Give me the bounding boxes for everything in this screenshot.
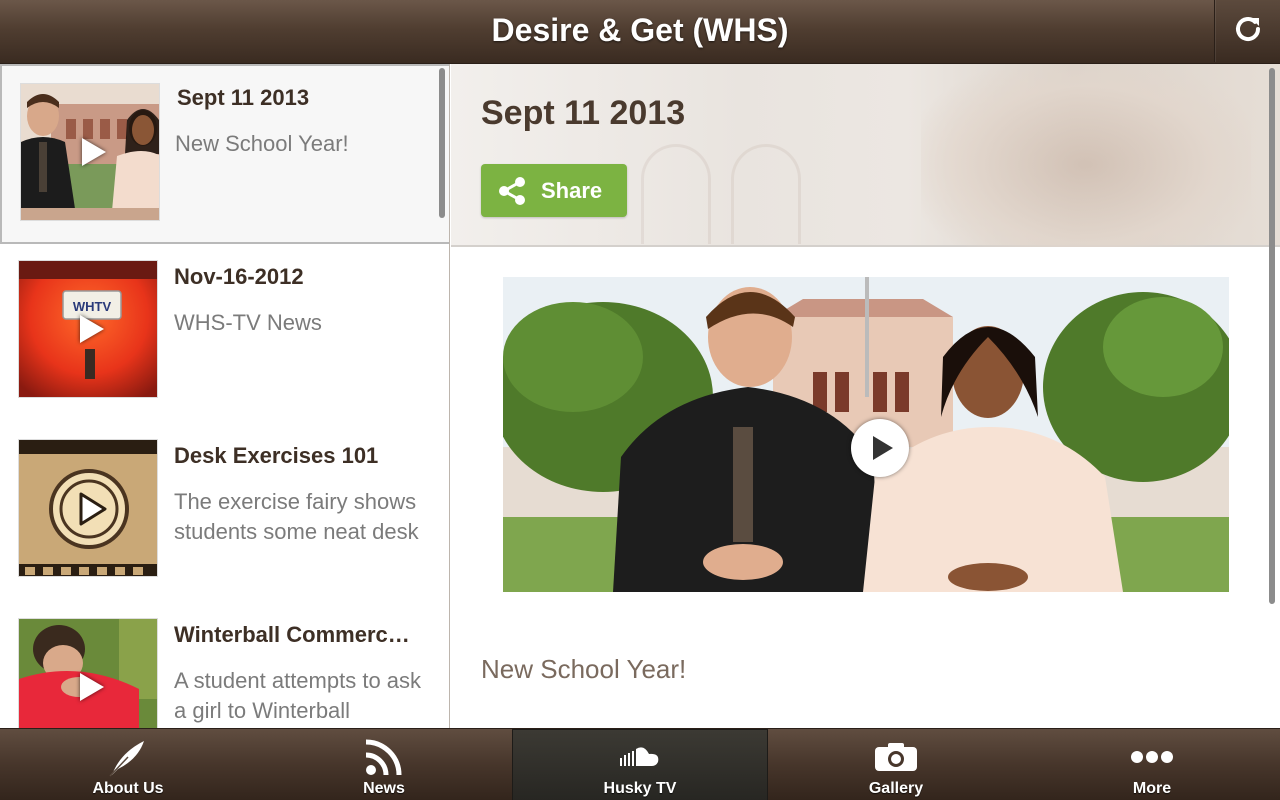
list-item-title: Sept 11 2013	[177, 85, 310, 110]
share-button[interactable]: Share	[481, 164, 627, 217]
tab-label: Gallery	[868, 780, 924, 797]
play-icon	[82, 138, 106, 166]
tab-gallery[interactable]: Gallery	[768, 729, 1024, 800]
app-header: Desire & Get (WHS)	[0, 0, 1280, 64]
list-item[interactable]: WHTV Nov-16-2012 WHS-TV News	[0, 244, 449, 424]
refresh-icon	[1231, 12, 1265, 51]
detail-title: Sept 11 2013	[481, 94, 686, 132]
tab-more[interactable]: More	[1024, 729, 1280, 800]
svg-text:WHTV: WHTV	[73, 299, 112, 314]
list-item[interactable]: Winterball Commerc… A student attempts t…	[0, 602, 449, 728]
tab-bar: About Us News Husky TV Gallery More	[0, 728, 1280, 800]
list-item[interactable]: Sept 11 2013 New School Year!	[0, 64, 449, 244]
tab-about-us[interactable]: About Us	[0, 729, 256, 800]
video-player[interactable]	[503, 277, 1229, 592]
video-detail: Sept 11 2013 Share New School Year!	[451, 64, 1280, 728]
feather-icon	[106, 735, 150, 779]
detail-description: New School Year!	[481, 654, 687, 684]
anchors-video-thumbnail	[20, 83, 160, 221]
student-red-shirt-thumbnail	[18, 618, 158, 728]
car-license-plate-thumbnail: WHTV	[18, 260, 158, 398]
video-play-icon[interactable]	[851, 419, 909, 477]
list-item-description: WHS-TV News	[174, 310, 322, 335]
more-dots-icon	[1130, 735, 1174, 779]
share-icon	[495, 174, 529, 208]
list-scrollbar[interactable]	[439, 68, 445, 218]
list-item-description: New School Year!	[175, 131, 349, 156]
background-arch	[731, 144, 801, 244]
soundcloud-icon	[620, 735, 660, 779]
list-item[interactable]: Desk Exercises 101 The exercise fairy sh…	[0, 423, 449, 603]
background-arch	[641, 144, 711, 244]
detail-header: Sept 11 2013 Share	[451, 64, 1280, 247]
app-title: Desire & Get (WHS)	[491, 12, 789, 48]
refresh-button[interactable]	[1214, 0, 1280, 62]
share-label: Share	[541, 177, 603, 203]
list-item-title: Desk Exercises 101	[174, 443, 379, 468]
list-item-description: A student attempts to ask a girl to Wint…	[174, 668, 422, 723]
rss-icon	[363, 735, 405, 779]
film-reel-thumbnail	[18, 439, 158, 577]
play-icon	[80, 673, 104, 701]
list-item-description: The exercise fairy shows students some n…	[174, 489, 419, 544]
tab-label: More	[1132, 780, 1172, 797]
list-item-title: Nov-16-2012	[174, 264, 304, 289]
background-image	[921, 64, 1251, 247]
tab-label: About Us	[92, 780, 164, 797]
tab-label: Husky TV	[603, 780, 677, 797]
video-list[interactable]: Sept 11 2013 New School Year! WHTV Nov-1…	[0, 64, 450, 728]
camera-icon	[874, 735, 918, 779]
tab-husky-tv[interactable]: Husky TV	[512, 729, 768, 800]
tab-label: News	[363, 780, 405, 797]
list-item-title: Winterball Commerc…	[174, 622, 410, 647]
tab-news[interactable]: News	[256, 729, 512, 800]
play-icon	[80, 315, 104, 343]
detail-scrollbar[interactable]	[1269, 68, 1275, 604]
